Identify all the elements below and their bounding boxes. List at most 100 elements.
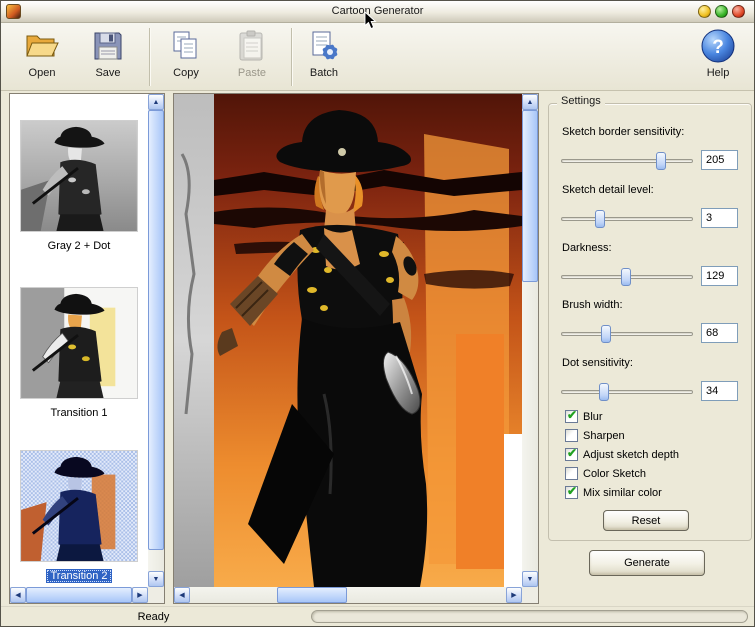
checkbox-label: Blur <box>583 410 603 423</box>
paste-button-label: Paste <box>237 67 267 79</box>
style-thumbnail-list: Gray 2 + Dot Transition 1 Transition 2 ▲… <box>9 93 165 604</box>
slider-thumb[interactable] <box>621 268 631 286</box>
settings-panel: Settings Sketch border sensitivity: 205 … <box>545 93 754 608</box>
minimize-button[interactable] <box>698 5 711 18</box>
image-canvas <box>173 93 539 604</box>
save-button-label: Save <box>95 67 121 79</box>
toolbar: Open Save Copy Paste Batch ? Help <box>1 23 754 91</box>
thumbnail-list-horizontal-scrollbar[interactable] <box>10 587 148 603</box>
transition-1-preview[interactable] <box>20 287 138 399</box>
scroll-right-button[interactable] <box>132 587 148 603</box>
scroll-right-button[interactable] <box>506 587 522 603</box>
reset-button[interactable]: Reset <box>603 510 689 531</box>
checkbox-box[interactable] <box>565 408 578 423</box>
help-button[interactable]: ? Help <box>689 27 747 87</box>
batch-gear-icon <box>305 27 343 65</box>
slider-thumb[interactable] <box>601 325 611 343</box>
sketch-border-sensitivity-slider[interactable] <box>561 152 693 170</box>
scrollbar-thumb[interactable] <box>277 587 347 603</box>
canvas-vertical-scrollbar[interactable] <box>522 94 538 587</box>
open-button-label: Open <box>28 67 56 79</box>
brush-width-slider[interactable] <box>561 325 693 343</box>
slider-track[interactable] <box>561 159 693 163</box>
darkness-value[interactable]: 129 <box>701 266 738 286</box>
scrollbar-corner <box>148 587 164 603</box>
checkbox-label: Sharpen <box>583 429 625 442</box>
transition-2-preview[interactable] <box>20 450 138 562</box>
thumbnail-label[interactable]: Transition 2 <box>46 569 112 583</box>
sketch-detail-level-slider[interactable] <box>561 210 693 228</box>
generate-button[interactable]: Generate <box>589 550 705 576</box>
scroll-down-button[interactable] <box>148 571 164 587</box>
thumbnail-item-transition-1[interactable]: Transition 1 <box>10 287 148 420</box>
thumbnail-item-transition-2[interactable]: Transition 2 <box>10 450 148 583</box>
dot-sensitivity-value[interactable]: 34 <box>701 381 738 401</box>
app-window: Cartoon Generator Open Save Copy Paste B… <box>0 0 755 627</box>
thumbnail-item-gray-2-dot[interactable]: Gray 2 + Dot <box>10 120 148 253</box>
cartoon-preview-image <box>174 94 522 587</box>
checkbox-label: Color Sketch <box>583 467 646 480</box>
sketch-detail-level-value[interactable]: 3 <box>701 208 738 228</box>
window-controls <box>698 5 745 18</box>
brush-width-label: Brush width: <box>562 299 623 311</box>
scroll-up-button[interactable] <box>148 94 164 110</box>
window-title: Cartoon Generator <box>331 5 424 17</box>
paste-button[interactable]: Paste <box>223 27 281 87</box>
adjust-sketch-depth-checkbox[interactable]: Adjust sketch depth <box>565 446 680 462</box>
scroll-up-button[interactable] <box>522 94 538 110</box>
settings-groupbox-title: Settings <box>557 95 605 107</box>
save-floppy-icon <box>89 27 127 65</box>
scroll-down-button[interactable] <box>522 571 538 587</box>
copy-pages-icon <box>167 27 205 65</box>
gray-2-dot-preview[interactable] <box>20 120 138 232</box>
checkbox-label: Adjust sketch depth <box>583 448 680 461</box>
status-bar: Ready <box>1 606 754 626</box>
save-button[interactable]: Save <box>79 27 137 87</box>
sharpen-checkbox[interactable]: Sharpen <box>565 428 625 443</box>
slider-track[interactable] <box>561 390 693 394</box>
open-folder-icon <box>23 27 61 65</box>
dot-sensitivity-slider[interactable] <box>561 383 693 401</box>
checkbox-box[interactable] <box>565 429 578 442</box>
help-question-icon: ? <box>699 27 737 65</box>
blur-checkbox[interactable]: Blur <box>565 408 603 424</box>
scroll-left-button[interactable] <box>174 587 190 603</box>
slider-thumb[interactable] <box>595 210 605 228</box>
checkbox-label: Mix similar color <box>583 486 662 499</box>
scrollbar-thumb[interactable] <box>522 110 538 282</box>
thumbnail-label[interactable]: Transition 1 <box>46 406 111 420</box>
sketch-border-sensitivity-value[interactable]: 205 <box>701 150 738 170</box>
scroll-left-button[interactable] <box>10 587 26 603</box>
brush-width-value[interactable]: 68 <box>701 323 738 343</box>
slider-track[interactable] <box>561 217 693 221</box>
checkbox-box[interactable] <box>565 484 578 499</box>
copy-button-label: Copy <box>173 67 199 79</box>
dot-sensitivity-label: Dot sensitivity: <box>562 357 633 369</box>
maximize-button[interactable] <box>715 5 728 18</box>
batch-button[interactable]: Batch <box>295 27 353 87</box>
copy-button[interactable]: Copy <box>157 27 215 87</box>
darkness-slider[interactable] <box>561 268 693 286</box>
help-button-label: Help <box>706 67 730 79</box>
thumbnail-list-vertical-scrollbar[interactable] <box>148 94 164 587</box>
color-sketch-checkbox[interactable]: Color Sketch <box>565 466 646 481</box>
paste-clipboard-icon <box>233 27 271 65</box>
canvas-horizontal-scrollbar[interactable] <box>174 587 522 603</box>
darkness-label: Darkness: <box>562 242 612 254</box>
open-button[interactable]: Open <box>13 27 71 87</box>
slider-thumb[interactable] <box>599 383 609 401</box>
checkbox-box[interactable] <box>565 446 578 461</box>
batch-button-label: Batch <box>309 67 339 79</box>
slider-track[interactable] <box>561 332 693 336</box>
toolbar-separator <box>291 28 293 86</box>
scrollbar-corner <box>522 587 538 603</box>
close-button[interactable] <box>732 5 745 18</box>
scrollbar-thumb[interactable] <box>148 110 164 550</box>
mix-similar-color-checkbox[interactable]: Mix similar color <box>565 484 662 500</box>
thumbnail-label[interactable]: Gray 2 + Dot <box>44 239 115 253</box>
slider-thumb[interactable] <box>656 152 666 170</box>
checkbox-box[interactable] <box>565 467 578 480</box>
scrollbar-thumb[interactable] <box>26 587 132 603</box>
titlebar[interactable]: Cartoon Generator <box>1 1 754 23</box>
sketch-border-sensitivity-label: Sketch border sensitivity: <box>562 126 685 138</box>
